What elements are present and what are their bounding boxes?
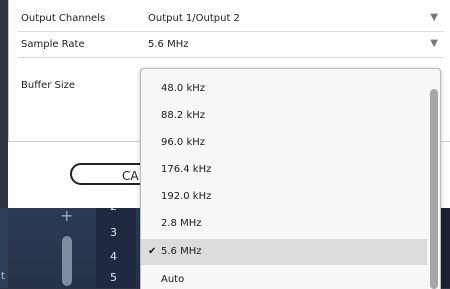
chevron-down-icon[interactable]: ▼: [430, 12, 438, 23]
output-channels-label: Output Channels: [21, 13, 106, 24]
sample-rate-dropdown[interactable]: 48.0 kHz 88.2 kHz 96.0 kHz 176.4 kHz 192…: [140, 68, 441, 289]
scrollbar-thumb[interactable]: [430, 89, 438, 289]
option-label: 48.0 kHz: [161, 83, 206, 94]
track-number: 5: [110, 271, 117, 284]
sample-rate-select[interactable]: 5.6 MHz: [148, 39, 188, 50]
dropdown-option[interactable]: 192.0 kHz: [141, 184, 427, 210]
dropdown-option[interactable]: Auto: [141, 267, 427, 289]
dropdown-option[interactable]: 176.4 kHz: [141, 157, 427, 183]
dialog-edge: [8, 0, 9, 141]
track-number: 3: [110, 226, 117, 239]
checkmark-icon: ✔: [148, 246, 157, 257]
row-divider: [18, 57, 444, 58]
track-number: 4: [110, 250, 117, 263]
option-label: 176.4 kHz: [161, 164, 212, 175]
option-label: 2.8 MHz: [161, 218, 202, 229]
output-channels-row[interactable]: Output Channels Output 1/Output 2 ▼: [18, 7, 444, 32]
option-label: 96.0 kHz: [161, 137, 206, 148]
app-right-edge: [440, 208, 450, 288]
option-label: 5.6 MHz: [161, 246, 202, 257]
sample-rate-row[interactable]: Sample Rate 5.6 MHz ▼: [18, 33, 444, 58]
track-name-fragment: t: [1, 271, 5, 282]
add-track-icon[interactable]: +: [60, 206, 73, 225]
dropdown-option[interactable]: 2.8 MHz: [141, 211, 427, 237]
dropdown-option[interactable]: 96.0 kHz: [141, 130, 427, 156]
dropdown-option-selected[interactable]: ✔ 5.6 MHz: [141, 239, 427, 265]
output-channels-select[interactable]: Output 1/Output 2: [148, 13, 240, 24]
row-divider: [18, 31, 444, 32]
option-label: 192.0 kHz: [161, 191, 212, 202]
option-label: 88.2 kHz: [161, 110, 206, 121]
dropdown-option[interactable]: 48.0 kHz: [141, 76, 427, 102]
option-label: Auto: [161, 274, 185, 285]
chevron-down-icon[interactable]: ▼: [430, 38, 438, 49]
dropdown-option[interactable]: 88.2 kHz: [141, 103, 427, 129]
sample-rate-label: Sample Rate: [21, 39, 85, 50]
track-scroll-handle[interactable]: [62, 236, 72, 286]
buffer-size-label: Buffer Size: [21, 80, 76, 91]
